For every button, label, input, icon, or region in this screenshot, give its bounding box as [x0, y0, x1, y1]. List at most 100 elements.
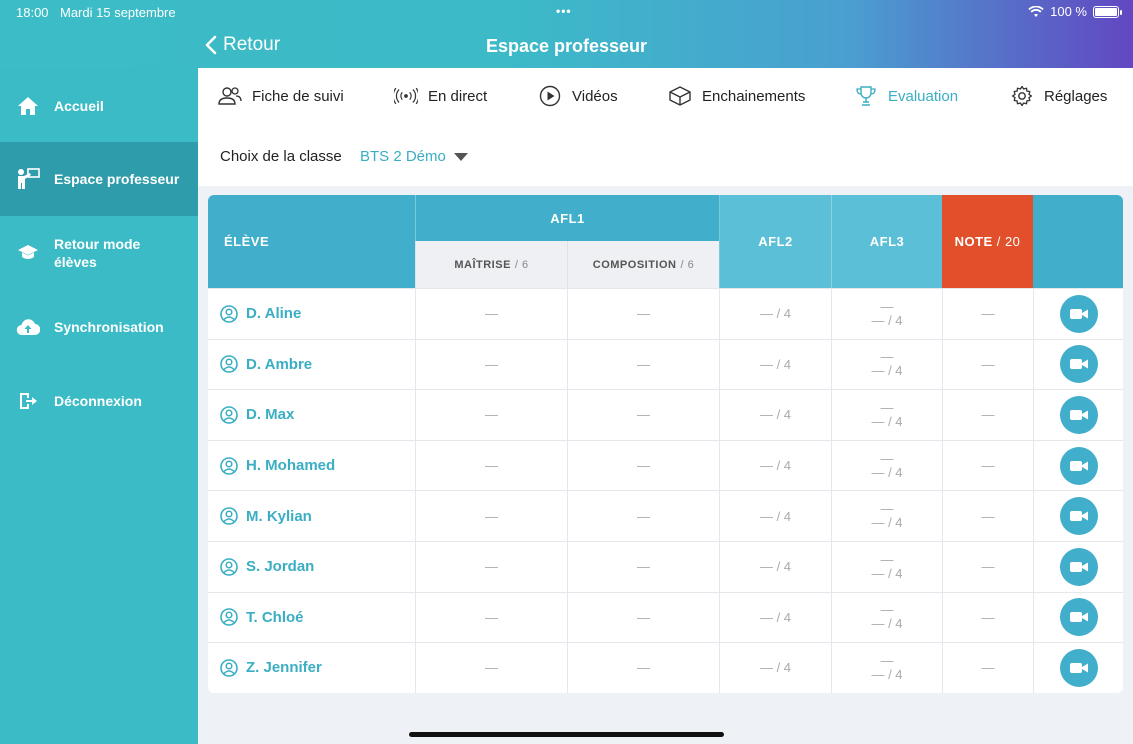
composition-cell[interactable]: — — [567, 440, 719, 491]
class-dropdown[interactable]: BTS 2 Démo — [360, 148, 468, 165]
afl2-cell[interactable]: — / 4 — [719, 592, 831, 643]
note-cell: — — [942, 643, 1033, 693]
afl2-cell[interactable]: — / 4 — [719, 491, 831, 541]
video-button[interactable] — [1059, 648, 1098, 687]
sidebar-item-label: Accueil — [54, 97, 104, 114]
trophy-icon — [854, 84, 878, 108]
video-camera-icon — [1069, 612, 1088, 623]
video-button[interactable] — [1059, 598, 1098, 637]
video-button[interactable] — [1059, 547, 1098, 586]
note-cell: — — [942, 390, 1033, 440]
header-afl3[interactable]: AFL3 — [831, 195, 942, 288]
table-row: D. Aline — — — / 4 — — / 4 — — [208, 288, 1123, 339]
multitask-dots[interactable]: ••• — [556, 4, 572, 18]
tab-label: En direct — [428, 87, 488, 105]
afl2-cell[interactable]: — / 4 — [719, 440, 831, 491]
video-button[interactable] — [1059, 446, 1098, 485]
maitrise-cell[interactable]: — — [415, 390, 567, 440]
video-button[interactable] — [1059, 395, 1098, 434]
afl3-top-value: — — [880, 602, 894, 618]
student-name-cell[interactable]: H. Mohamed — [208, 441, 415, 491]
composition-cell[interactable]: — — [567, 542, 719, 592]
sidebar-item-deconnexion[interactable]: Déconnexion — [0, 377, 198, 425]
composition-cell[interactable]: — — [567, 643, 719, 693]
sidebar-item-accueil[interactable]: Accueil — [0, 78, 198, 133]
maitrise-cell[interactable]: — — [415, 440, 567, 491]
header-eleve[interactable]: ÉLÈVE — [208, 195, 415, 288]
composition-cell[interactable]: — — [567, 592, 719, 643]
back-button[interactable]: Retour — [205, 34, 280, 56]
afl2-cell[interactable]: — / 4 — [719, 339, 831, 390]
header-composition[interactable]: COMPOSITION / 6 — [567, 241, 719, 288]
header-maitrise[interactable]: MAÎTRISE / 6 — [415, 241, 567, 288]
student-name-cell[interactable]: D. Max — [208, 390, 415, 440]
status-right: 100 % — [1028, 4, 1122, 19]
video-button[interactable] — [1059, 497, 1098, 536]
table-row: D. Ambre — — — / 4 — — / 4 — — [208, 338, 1123, 390]
maitrise-cell[interactable]: — — [415, 491, 567, 541]
composition-cell[interactable]: — — [567, 390, 719, 440]
afl3-cell[interactable]: — — / 4 — [831, 592, 942, 643]
video-cell — [1033, 491, 1123, 541]
user-circle-icon — [220, 406, 238, 424]
header-afl1[interactable]: AFL1 — [415, 195, 719, 241]
afl3-cell[interactable]: — — / 4 — [831, 542, 942, 592]
header-note-label: NOTE — [954, 234, 993, 249]
sidebar-item-retour-mode-eleves[interactable]: Retour mode élèves — [0, 228, 198, 278]
student-name-cell[interactable]: M. Kylian — [208, 491, 415, 541]
table-row: D. Max — — — / 4 — — / 4 — — [208, 389, 1123, 440]
afl3-cell[interactable]: — — / 4 — [831, 491, 942, 541]
afl3-cell[interactable]: — — / 4 — [831, 390, 942, 440]
tab-enchainements[interactable]: Enchainements — [668, 84, 805, 108]
afl3-cell[interactable]: — — / 4 — [831, 289, 942, 339]
afl3-cell[interactable]: — — / 4 — [831, 339, 942, 390]
composition-cell[interactable]: — — [567, 289, 719, 339]
maitrise-cell[interactable]: — — [415, 289, 567, 339]
header-composition-max: / 6 — [680, 258, 695, 271]
sidebar-item-synchronisation[interactable]: Synchronisation — [0, 303, 198, 351]
afl3-top-value: — — [880, 450, 894, 466]
video-button[interactable] — [1059, 294, 1098, 333]
afl3-top-value: — — [880, 399, 894, 415]
tab-videos[interactable]: Vidéos — [538, 84, 618, 108]
video-cell — [1033, 390, 1123, 440]
back-label: Retour — [223, 34, 281, 55]
wifi-icon — [1028, 5, 1044, 17]
header-composition-label: COMPOSITION — [592, 258, 677, 271]
afl3-cell[interactable]: — — / 4 — [831, 440, 942, 491]
afl3-value: — / 4 — [871, 616, 903, 632]
note-cell: — — [942, 542, 1033, 592]
maitrise-cell[interactable]: — — [415, 643, 567, 693]
tab-evaluation[interactable]: Evaluation — [854, 84, 958, 108]
sidebar-item-espace-professeur[interactable]: Espace professeur — [0, 142, 198, 216]
composition-cell[interactable]: — — [567, 339, 719, 390]
header-afl2[interactable]: AFL2 — [719, 195, 831, 288]
afl2-cell[interactable]: — / 4 — [719, 643, 831, 693]
student-name-cell[interactable]: D. Ambre — [208, 340, 415, 390]
tab-en-direct[interactable]: En direct — [394, 84, 487, 108]
play-icon — [538, 84, 562, 108]
gear-icon — [1010, 84, 1034, 108]
note-cell: — — [942, 491, 1033, 541]
student-name-cell[interactable]: S. Jordan — [208, 542, 415, 592]
tab-fiche-de-suivi[interactable]: Fiche de suivi — [218, 84, 344, 108]
home-indicator[interactable] — [409, 732, 724, 737]
afl3-cell[interactable]: — — / 4 — [831, 643, 942, 693]
maitrise-cell[interactable]: — — [415, 592, 567, 643]
video-camera-icon — [1069, 561, 1088, 572]
header-note[interactable]: NOTE / 20 — [942, 195, 1033, 288]
maitrise-cell[interactable]: — — [415, 542, 567, 592]
tab-reglages[interactable]: Réglages — [1010, 84, 1107, 108]
status-date: Mardi 15 septembre — [60, 5, 176, 20]
broadcast-icon — [394, 84, 418, 108]
afl2-cell[interactable]: — / 4 — [719, 289, 831, 339]
student-name-cell[interactable]: Z. Jennifer — [208, 643, 415, 693]
composition-cell[interactable]: — — [567, 491, 719, 541]
video-button[interactable] — [1059, 345, 1098, 384]
maitrise-cell[interactable]: — — [415, 339, 567, 390]
afl2-cell[interactable]: — / 4 — [719, 390, 831, 440]
student-name-cell[interactable]: T. Chloé — [208, 593, 415, 643]
home-icon — [16, 94, 40, 118]
student-name-cell[interactable]: D. Aline — [208, 289, 415, 339]
afl2-cell[interactable]: — / 4 — [719, 542, 831, 592]
